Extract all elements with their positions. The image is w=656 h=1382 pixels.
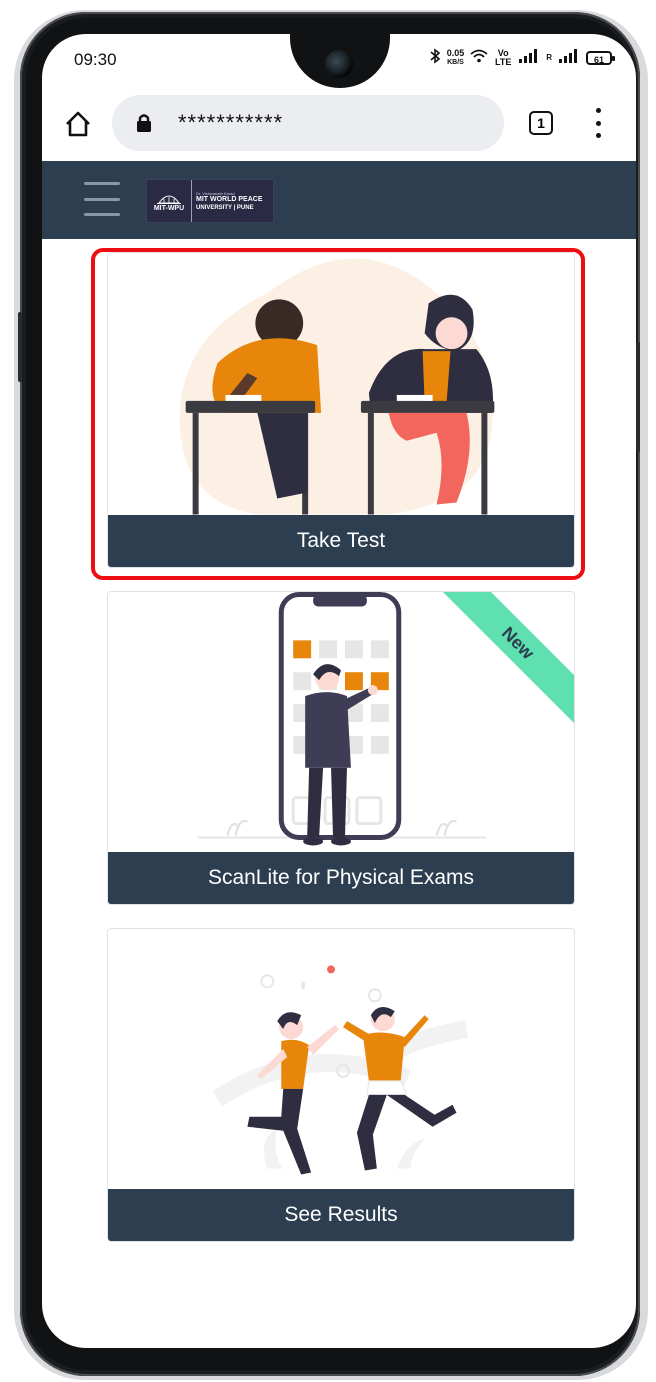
- logo-name-line1: MIT WORLD PEACE: [196, 195, 263, 203]
- phone-screen: 09:30 0.05 KB/S Vo LTE R 61 *********** …: [42, 34, 636, 1348]
- new-badge: New: [434, 592, 574, 732]
- power-button: [636, 342, 640, 452]
- volume-button: [18, 312, 22, 382]
- see-results-card[interactable]: See Results: [107, 928, 575, 1242]
- take-test-button[interactable]: Take Test: [108, 515, 574, 567]
- scanlite-button[interactable]: ScanLite for Physical Exams: [108, 852, 574, 904]
- hamburger-line: [84, 197, 120, 201]
- net-speed-unit: KB/S: [447, 58, 464, 66]
- status-time: 09:30: [74, 50, 117, 69]
- hamburger-menu-button[interactable]: [84, 182, 120, 216]
- home-button[interactable]: [60, 106, 96, 142]
- new-ribbon: New: [435, 592, 574, 726]
- lock-icon: [130, 109, 158, 137]
- dome-icon: [157, 195, 181, 204]
- see-results-button[interactable]: See Results: [108, 1189, 574, 1241]
- menu-dot: [595, 133, 601, 138]
- hamburger-line: [84, 182, 120, 185]
- menu-dot: [595, 120, 601, 126]
- home-icon: [66, 111, 90, 137]
- logo-text: Dr. Vishwanath Karad MIT WORLD PEACE UNI…: [192, 191, 263, 212]
- logo-name-line2: UNIVERSITY | PUNE: [196, 204, 254, 211]
- signal-icon-2: [558, 49, 580, 66]
- scanlite-card[interactable]: New ScanLite for Physical Exams: [107, 591, 575, 905]
- hamburger-line: [84, 213, 120, 216]
- url-text: ***********: [178, 110, 284, 135]
- menu-dot: [595, 108, 601, 113]
- net-speed-value: 0.05: [446, 47, 465, 58]
- address-bar[interactable]: ***********: [112, 95, 504, 151]
- net-speed: 0.05 KB/S: [446, 47, 465, 67]
- celebration-illustration: [212, 965, 469, 1175]
- browser-toolbar: *********** 1: [42, 92, 636, 160]
- browser-menu-button[interactable]: [588, 108, 608, 138]
- signal-icon: [518, 49, 540, 66]
- status-icons: 0.05 KB/S Vo LTE R 61: [429, 47, 615, 67]
- wifi-icon: [470, 49, 488, 66]
- university-logo[interactable]: MIT-WPU Dr. Vishwanath Karad MIT WORLD P…: [146, 179, 274, 223]
- volte-indicator: Vo LTE: [495, 47, 512, 67]
- logo-mark-text: MIT-WPU: [153, 204, 185, 212]
- site-navbar: MIT-WPU Dr. Vishwanath Karad MIT WORLD P…: [42, 161, 636, 239]
- roaming-label: R: [546, 53, 552, 62]
- bluetooth-icon: [429, 48, 441, 67]
- logo-mark: MIT-WPU: [147, 180, 192, 222]
- take-test-card[interactable]: Take Test: [107, 252, 575, 568]
- battery-icon: 61: [586, 50, 615, 65]
- front-camera: [325, 50, 353, 78]
- tab-switcher-button[interactable]: 1: [529, 111, 553, 135]
- students-taking-test-illustration: [179, 258, 495, 515]
